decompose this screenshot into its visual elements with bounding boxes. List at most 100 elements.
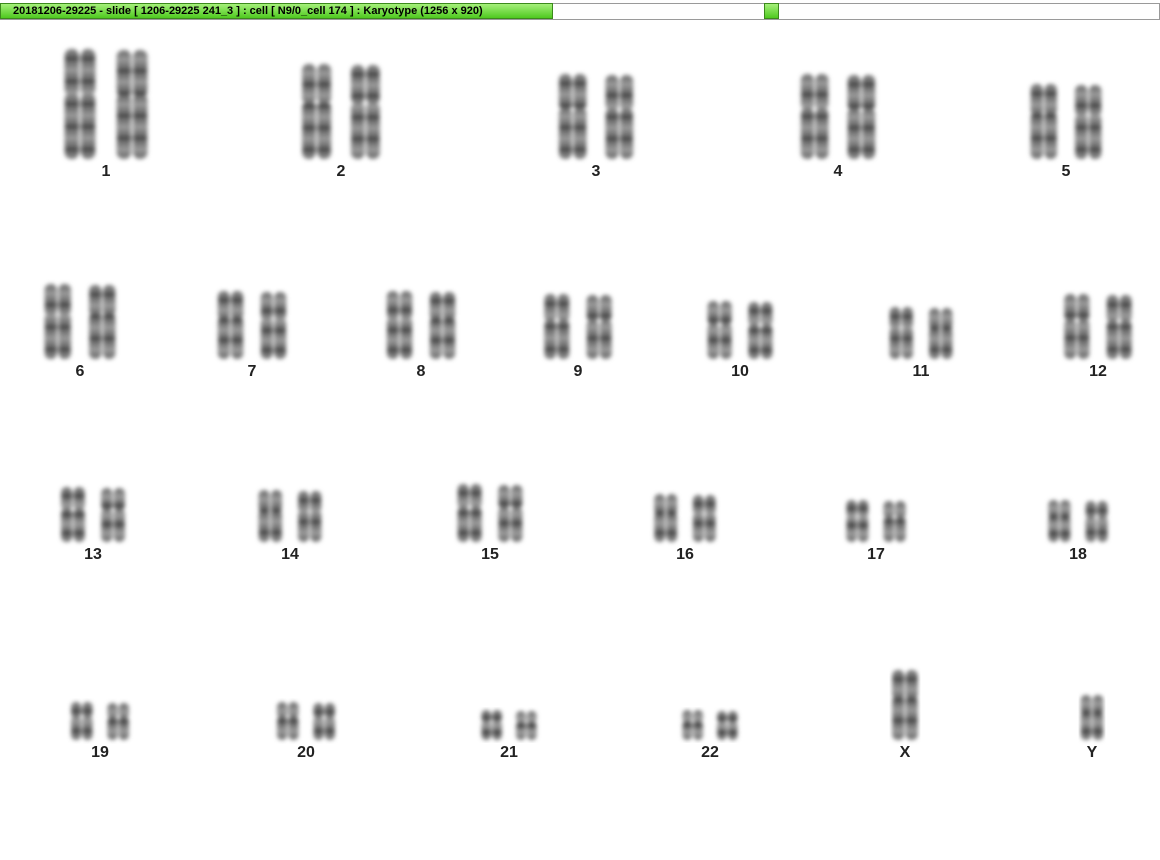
- chromosome-homolog-a: [217, 291, 244, 359]
- chromosome-homolog-a: [258, 490, 282, 542]
- karyotype-panel: 1 2 3 4 5 6 7 8 9 10 11 12 13 14 15 16 17 18 19 20 21 22 X Y: [0, 21, 1160, 860]
- chromosome-homolog-b: [429, 292, 456, 359]
- chromosome-label: 17: [867, 546, 885, 563]
- chromosome-pair-1[interactable]: 1: [31, 23, 181, 193]
- chromosome-images: [800, 74, 876, 159]
- chromosome-pair-15[interactable]: 15: [415, 406, 565, 576]
- chromosome-homolog-a: [64, 49, 96, 159]
- chromosome-homolog-a: [457, 484, 482, 542]
- chromosome-pair-x[interactable]: X: [830, 604, 980, 774]
- chromosome-homolog-a: [682, 710, 703, 740]
- window-title: 20181206-29225 - slide [ 1206-29225 241_…: [13, 5, 483, 17]
- chromosome-pair-6[interactable]: 6: [5, 223, 155, 393]
- chromosome-group: [302, 64, 380, 159]
- chromosome-pair-8[interactable]: 8: [346, 223, 496, 393]
- chromosome-images: [1048, 500, 1108, 542]
- chromosome-group: [44, 284, 116, 359]
- chromosome-homolog-a: [654, 494, 678, 542]
- chromosome-group: [277, 702, 335, 740]
- chromosome-homolog-a: [889, 307, 913, 359]
- chromosome-homolog-a: [481, 710, 502, 740]
- chromosome-homolog-a: [558, 74, 587, 159]
- chromosome-group: [544, 294, 612, 359]
- chromosome-group: [1030, 84, 1102, 159]
- chromosome-label: 21: [500, 744, 518, 761]
- chromosome-pair-21[interactable]: 21: [434, 604, 584, 774]
- chromosome-pair-7[interactable]: 7: [177, 223, 327, 393]
- chromosome-group: [1080, 695, 1104, 740]
- chromosome-pair-14[interactable]: 14: [215, 406, 365, 576]
- chromosome-homolog-a: [386, 291, 413, 359]
- chromosome-pair-12[interactable]: 12: [1023, 223, 1160, 393]
- title-bar-rule: [553, 3, 1160, 19]
- chromosome-pair-22[interactable]: 22: [635, 604, 785, 774]
- chromosome-homolog-b: [107, 703, 129, 740]
- chromosome-pair-19[interactable]: 19: [25, 604, 175, 774]
- chromosome-label: 2: [336, 163, 346, 180]
- window-title-tab[interactable]: 20181206-29225 - slide [ 1206-29225 241_…: [0, 3, 553, 19]
- chromosome-label: 11: [912, 363, 930, 380]
- chromosome-homolog-a: [800, 74, 829, 159]
- chromosome-homolog-a: [44, 284, 71, 359]
- chromosome-pair-y[interactable]: Y: [1017, 604, 1160, 774]
- chromosome-label: 14: [281, 546, 299, 563]
- chromosome-homolog-a: [707, 301, 732, 359]
- chromosome-label: 9: [573, 363, 583, 380]
- chromosome-single: [892, 670, 918, 740]
- chromosome-images: [217, 291, 287, 359]
- chromosome-pair-9[interactable]: 9: [503, 223, 653, 393]
- chromosome-label: 16: [676, 546, 694, 563]
- chromosome-homolog-b: [605, 75, 634, 159]
- chromosome-label: 4: [833, 163, 843, 180]
- title-bar: 20181206-29225 - slide [ 1206-29225 241_…: [0, 0, 1160, 20]
- chromosome-homolog-a: [71, 702, 93, 740]
- chromosome-images: [846, 500, 906, 542]
- chromosome-pair-3[interactable]: 3: [521, 23, 671, 193]
- chromosome-pair-17[interactable]: 17: [801, 406, 951, 576]
- chromosome-homolog-b: [101, 488, 125, 542]
- chromosome-homolog-a: [1064, 294, 1090, 359]
- chromosome-images: [707, 301, 773, 359]
- chromosome-homolog-b: [883, 501, 906, 542]
- chromosome-images: [386, 291, 456, 359]
- chromosome-group: [1064, 294, 1132, 359]
- chromosome-images: [892, 670, 918, 740]
- chromosome-pair-10[interactable]: 10: [665, 223, 815, 393]
- chromosome-pair-5[interactable]: 5: [991, 23, 1141, 193]
- chromosome-images: [258, 490, 322, 542]
- chromosome-homolog-b: [748, 302, 773, 359]
- chromosome-homolog-b: [692, 495, 716, 542]
- title-bar-handle[interactable]: [764, 3, 779, 19]
- chromosome-group: [892, 670, 918, 740]
- chromosome-label: Y: [1086, 744, 1098, 761]
- chromosome-group: [846, 500, 906, 542]
- chromosome-label: 15: [481, 546, 499, 563]
- chromosome-label: X: [899, 744, 911, 761]
- chromosome-group: [258, 490, 322, 542]
- chromosome-pair-13[interactable]: 13: [18, 406, 168, 576]
- chromosome-homolog-b: [929, 308, 953, 359]
- chromosome-pair-11[interactable]: 11: [846, 223, 996, 393]
- chromosome-pair-20[interactable]: 20: [231, 604, 381, 774]
- chromosome-group: [682, 710, 738, 740]
- chromosome-homolog-b: [516, 711, 537, 740]
- chromosome-pair-4[interactable]: 4: [763, 23, 913, 193]
- chromosome-images: [481, 710, 537, 740]
- chromosome-images: [1080, 695, 1104, 740]
- chromosome-homolog-b: [1106, 295, 1132, 359]
- chromosome-group: [558, 74, 634, 159]
- chromosome-group: [71, 702, 129, 740]
- chromosome-group: [707, 301, 773, 359]
- chromosome-pair-18[interactable]: 18: [1003, 406, 1153, 576]
- chromosome-label: 13: [84, 546, 102, 563]
- chromosome-label: 20: [297, 744, 315, 761]
- chromosome-label: 8: [416, 363, 426, 380]
- chromosome-images: [654, 494, 716, 542]
- chromosome-images: [457, 484, 523, 542]
- chromosome-pair-16[interactable]: 16: [610, 406, 760, 576]
- chromosome-homolog-a: [1048, 500, 1071, 542]
- chromosome-pair-2[interactable]: 2: [266, 23, 416, 193]
- chromosome-label: 6: [75, 363, 85, 380]
- chromosome-homolog-a: [544, 294, 570, 359]
- chromosome-homolog-b: [1075, 85, 1102, 159]
